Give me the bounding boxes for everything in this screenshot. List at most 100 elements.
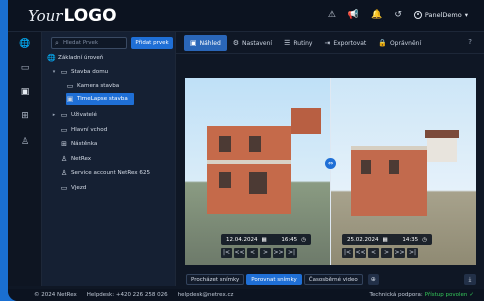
tree-node-netrex[interactable]: ♙ NetRex xyxy=(60,153,91,165)
tab-exportovat[interactable]: ⇥ Exportovat xyxy=(318,35,372,51)
user-icon xyxy=(413,11,422,19)
tree-node-label: Kamera stavba xyxy=(77,83,120,89)
back-fast-button[interactable]: << xyxy=(355,248,366,258)
tree-node-timelapse-stavba[interactable]: ▣ TimeLapse stavba xyxy=(66,93,134,105)
forward-fast-button[interactable]: >> xyxy=(273,248,284,258)
bell-icon[interactable]: 🔔 xyxy=(371,10,382,20)
left-timestamp[interactable]: 12.04.2024 ▦ 16:45 ◷ xyxy=(221,234,311,245)
download-icon[interactable]: ⤓ xyxy=(464,274,476,285)
logo[interactable]: Your LOGO xyxy=(28,6,117,28)
calendar-icon[interactable]: ▦ xyxy=(262,237,267,243)
calendar-icon[interactable]: ▦ xyxy=(383,237,388,243)
tree-node-label: Vjezd xyxy=(71,185,87,191)
forward-button[interactable]: > xyxy=(260,248,271,258)
megaphone-icon[interactable]: 📢 xyxy=(348,10,359,20)
tab-bar: ▣ Náhled ⚙ Nastavení ☰ Rutiny ⇥ Exportov… xyxy=(176,35,484,51)
first-button[interactable]: |< xyxy=(342,248,353,258)
chevron-right-icon[interactable]: ▸ xyxy=(51,112,57,118)
tree-node-label: Hlavní vchod xyxy=(71,127,108,133)
tab-opravneni[interactable]: 🔒 Oprávnění xyxy=(372,35,427,51)
grid-icon: ⊞ xyxy=(61,140,67,148)
zoom-icon[interactable]: ⊕ xyxy=(367,274,379,285)
split-handle-icon[interactable]: ⇔ xyxy=(325,158,336,169)
chevron-down-icon: ▾ xyxy=(464,11,468,19)
search-input[interactable] xyxy=(63,38,125,48)
user-icon[interactable]: ♙ xyxy=(19,136,31,148)
view-mode-tabs: Procházet snímky Porovnat snímky Časosbě… xyxy=(186,274,379,285)
camera-icon: ▭ xyxy=(60,184,68,192)
tree-panel: ⌕ Přidat prvek 🌐 Základní úroveň ▾ ▭ Sta… xyxy=(42,32,176,286)
tab-nastaveni[interactable]: ⚙ Nastavení xyxy=(227,35,278,51)
camera-icon[interactable]: ▭ xyxy=(19,62,31,74)
tab-porovnat-snimky[interactable]: Porovnat snímky xyxy=(246,274,302,285)
tab-label: Náhled xyxy=(199,39,221,47)
app-window: Your LOGO ⚠ 📢 🔔 ↺ PanelDemo ▾ 🌐 ▭ ▣ ⊞ ♙ … xyxy=(8,0,484,301)
history-icon[interactable]: ↺ xyxy=(394,10,402,20)
photos-icon[interactable]: ▣ xyxy=(19,86,31,98)
tree-node-label: TimeLapse stavba xyxy=(77,96,128,102)
tab-label: Exportovat xyxy=(333,39,367,47)
tab-label: Nastavení xyxy=(242,39,273,47)
tab-casosberne-video[interactable]: Časosběrné video xyxy=(303,274,363,285)
last-button[interactable]: >| xyxy=(286,248,297,258)
logo-prefix: Your xyxy=(28,7,63,25)
clock-icon[interactable]: ◷ xyxy=(301,237,306,243)
tab-divider xyxy=(176,53,484,54)
list-icon: ☰ xyxy=(284,39,291,47)
globe-icon: 🌐 xyxy=(47,54,56,62)
right-time: 14:35 xyxy=(402,236,419,243)
helpdesk-phone[interactable]: Helpdesk: +420 226 258 026 xyxy=(87,292,168,298)
tree-node-label: NetRex xyxy=(71,156,92,162)
tree-node-label: Stavba domu xyxy=(71,69,109,75)
clock-icon[interactable]: ◷ xyxy=(422,237,427,243)
copyright: © 2024 NetRex xyxy=(34,292,77,298)
right-date: 25.02.2024 xyxy=(347,236,379,243)
help-icon[interactable]: ? xyxy=(468,38,472,46)
left-controls: 12.04.2024 ▦ 16:45 ◷ |< << < > >> >| xyxy=(221,234,311,258)
tree-node-kamera-stavba[interactable]: ▭ Kamera stavba xyxy=(66,80,120,92)
folder-icon: ▭ xyxy=(60,68,68,76)
comparison-viewer[interactable]: ⇔ 12.04.2024 ▦ 16:45 ◷ |< << < > >> >| 2… xyxy=(185,78,476,265)
building-image xyxy=(351,146,427,216)
logo-brand: LOGO xyxy=(63,6,117,26)
helpdesk-email[interactable]: helpdesk@netrex.cz xyxy=(178,292,234,298)
back-fast-button[interactable]: << xyxy=(234,248,245,258)
search-icon: ⌕ xyxy=(55,39,59,47)
tree-node-root[interactable]: 🌐 Základní úroveň xyxy=(47,52,103,64)
sidebar-rail: 🌐 ▭ ▣ ⊞ ♙ xyxy=(8,32,42,286)
tree-node-nastenka[interactable]: ⊞ Nástěnka xyxy=(60,138,97,150)
user-name: PanelDemo xyxy=(424,11,462,19)
tab-label: Oprávnění xyxy=(389,39,422,47)
right-timestamp[interactable]: 25.02.2024 ▦ 14:35 ◷ xyxy=(342,234,432,245)
split-divider[interactable] xyxy=(330,78,331,265)
tree-node-vjezd[interactable]: ▭ Vjezd xyxy=(60,182,87,194)
top-actions: ⚠ 📢 🔔 ↺ PanelDemo ▾ xyxy=(328,10,468,20)
grid-icon[interactable]: ⊞ xyxy=(19,110,31,122)
tree-node-uzivatele[interactable]: ▸ ▭ Uživatelé xyxy=(51,109,97,121)
tab-nahled[interactable]: ▣ Náhled xyxy=(184,35,227,51)
last-button[interactable]: >| xyxy=(407,248,418,258)
top-bar: Your LOGO ⚠ 📢 🔔 ↺ PanelDemo ▾ xyxy=(8,0,484,32)
warning-icon[interactable]: ⚠ xyxy=(328,10,336,20)
first-button[interactable]: |< xyxy=(221,248,232,258)
forward-button[interactable]: > xyxy=(381,248,392,258)
forward-fast-button[interactable]: >> xyxy=(394,248,405,258)
tree-node-label: Service account NetRex 625 xyxy=(71,170,151,176)
add-item-button[interactable]: Přidat prvek xyxy=(131,37,173,49)
tab-rutiny[interactable]: ☰ Rutiny xyxy=(278,35,318,51)
folder-icon: ▭ xyxy=(60,111,68,119)
globe-icon[interactable]: 🌐 xyxy=(19,38,31,50)
check-icon: ✓ xyxy=(469,292,474,298)
back-button[interactable]: < xyxy=(247,248,258,258)
user-menu[interactable]: PanelDemo ▾ xyxy=(413,11,468,19)
tree-node-stavba-domu[interactable]: ▾ ▭ Stavba domu xyxy=(51,66,108,78)
user-icon: ♙ xyxy=(60,155,68,163)
left-date: 12.04.2024 xyxy=(226,236,258,243)
main-panel: ▣ Náhled ⚙ Nastavení ☰ Rutiny ⇥ Exportov… xyxy=(176,32,484,286)
support-label: Technická podpora: xyxy=(369,292,423,298)
chevron-down-icon[interactable]: ▾ xyxy=(51,69,57,75)
tree-node-hlavni-vchod[interactable]: ▭ Hlavní vchod xyxy=(60,124,108,136)
tree-node-service-account[interactable]: ♙ Service account NetRex 625 xyxy=(60,167,150,179)
back-button[interactable]: < xyxy=(368,248,379,258)
tab-prochazet-snimky[interactable]: Procházet snímky xyxy=(186,274,245,285)
